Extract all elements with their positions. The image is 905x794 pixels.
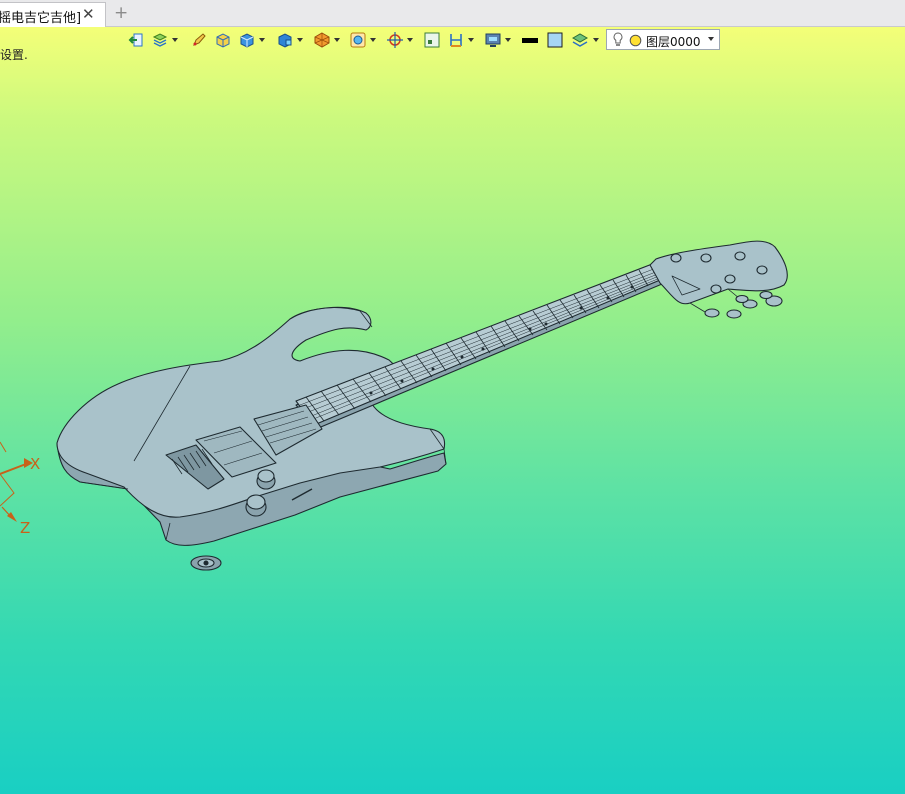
guitar-model[interactable] — [56, 240, 788, 571]
close-icon[interactable]: ✕ — [82, 5, 95, 23]
3d-viewport[interactable]: 设置. 图层0000 X Z — [0, 27, 905, 794]
x-axis-label: X — [30, 455, 40, 473]
model-canvas: X Z — [0, 240, 788, 571]
document-tab-title: 摇电吉它吉他] — [0, 11, 82, 26]
output-jack — [190, 555, 222, 571]
fretboard — [295, 260, 673, 426]
document-tab-bar: 摇电吉它吉他] ✕ + — [0, 0, 905, 27]
new-tab-icon[interactable]: + — [114, 3, 128, 23]
document-tab[interactable]: 摇电吉它吉他] ✕ — [0, 2, 106, 27]
z-axis-label: Z — [20, 519, 30, 537]
axis-triad: X Z — [0, 441, 40, 537]
